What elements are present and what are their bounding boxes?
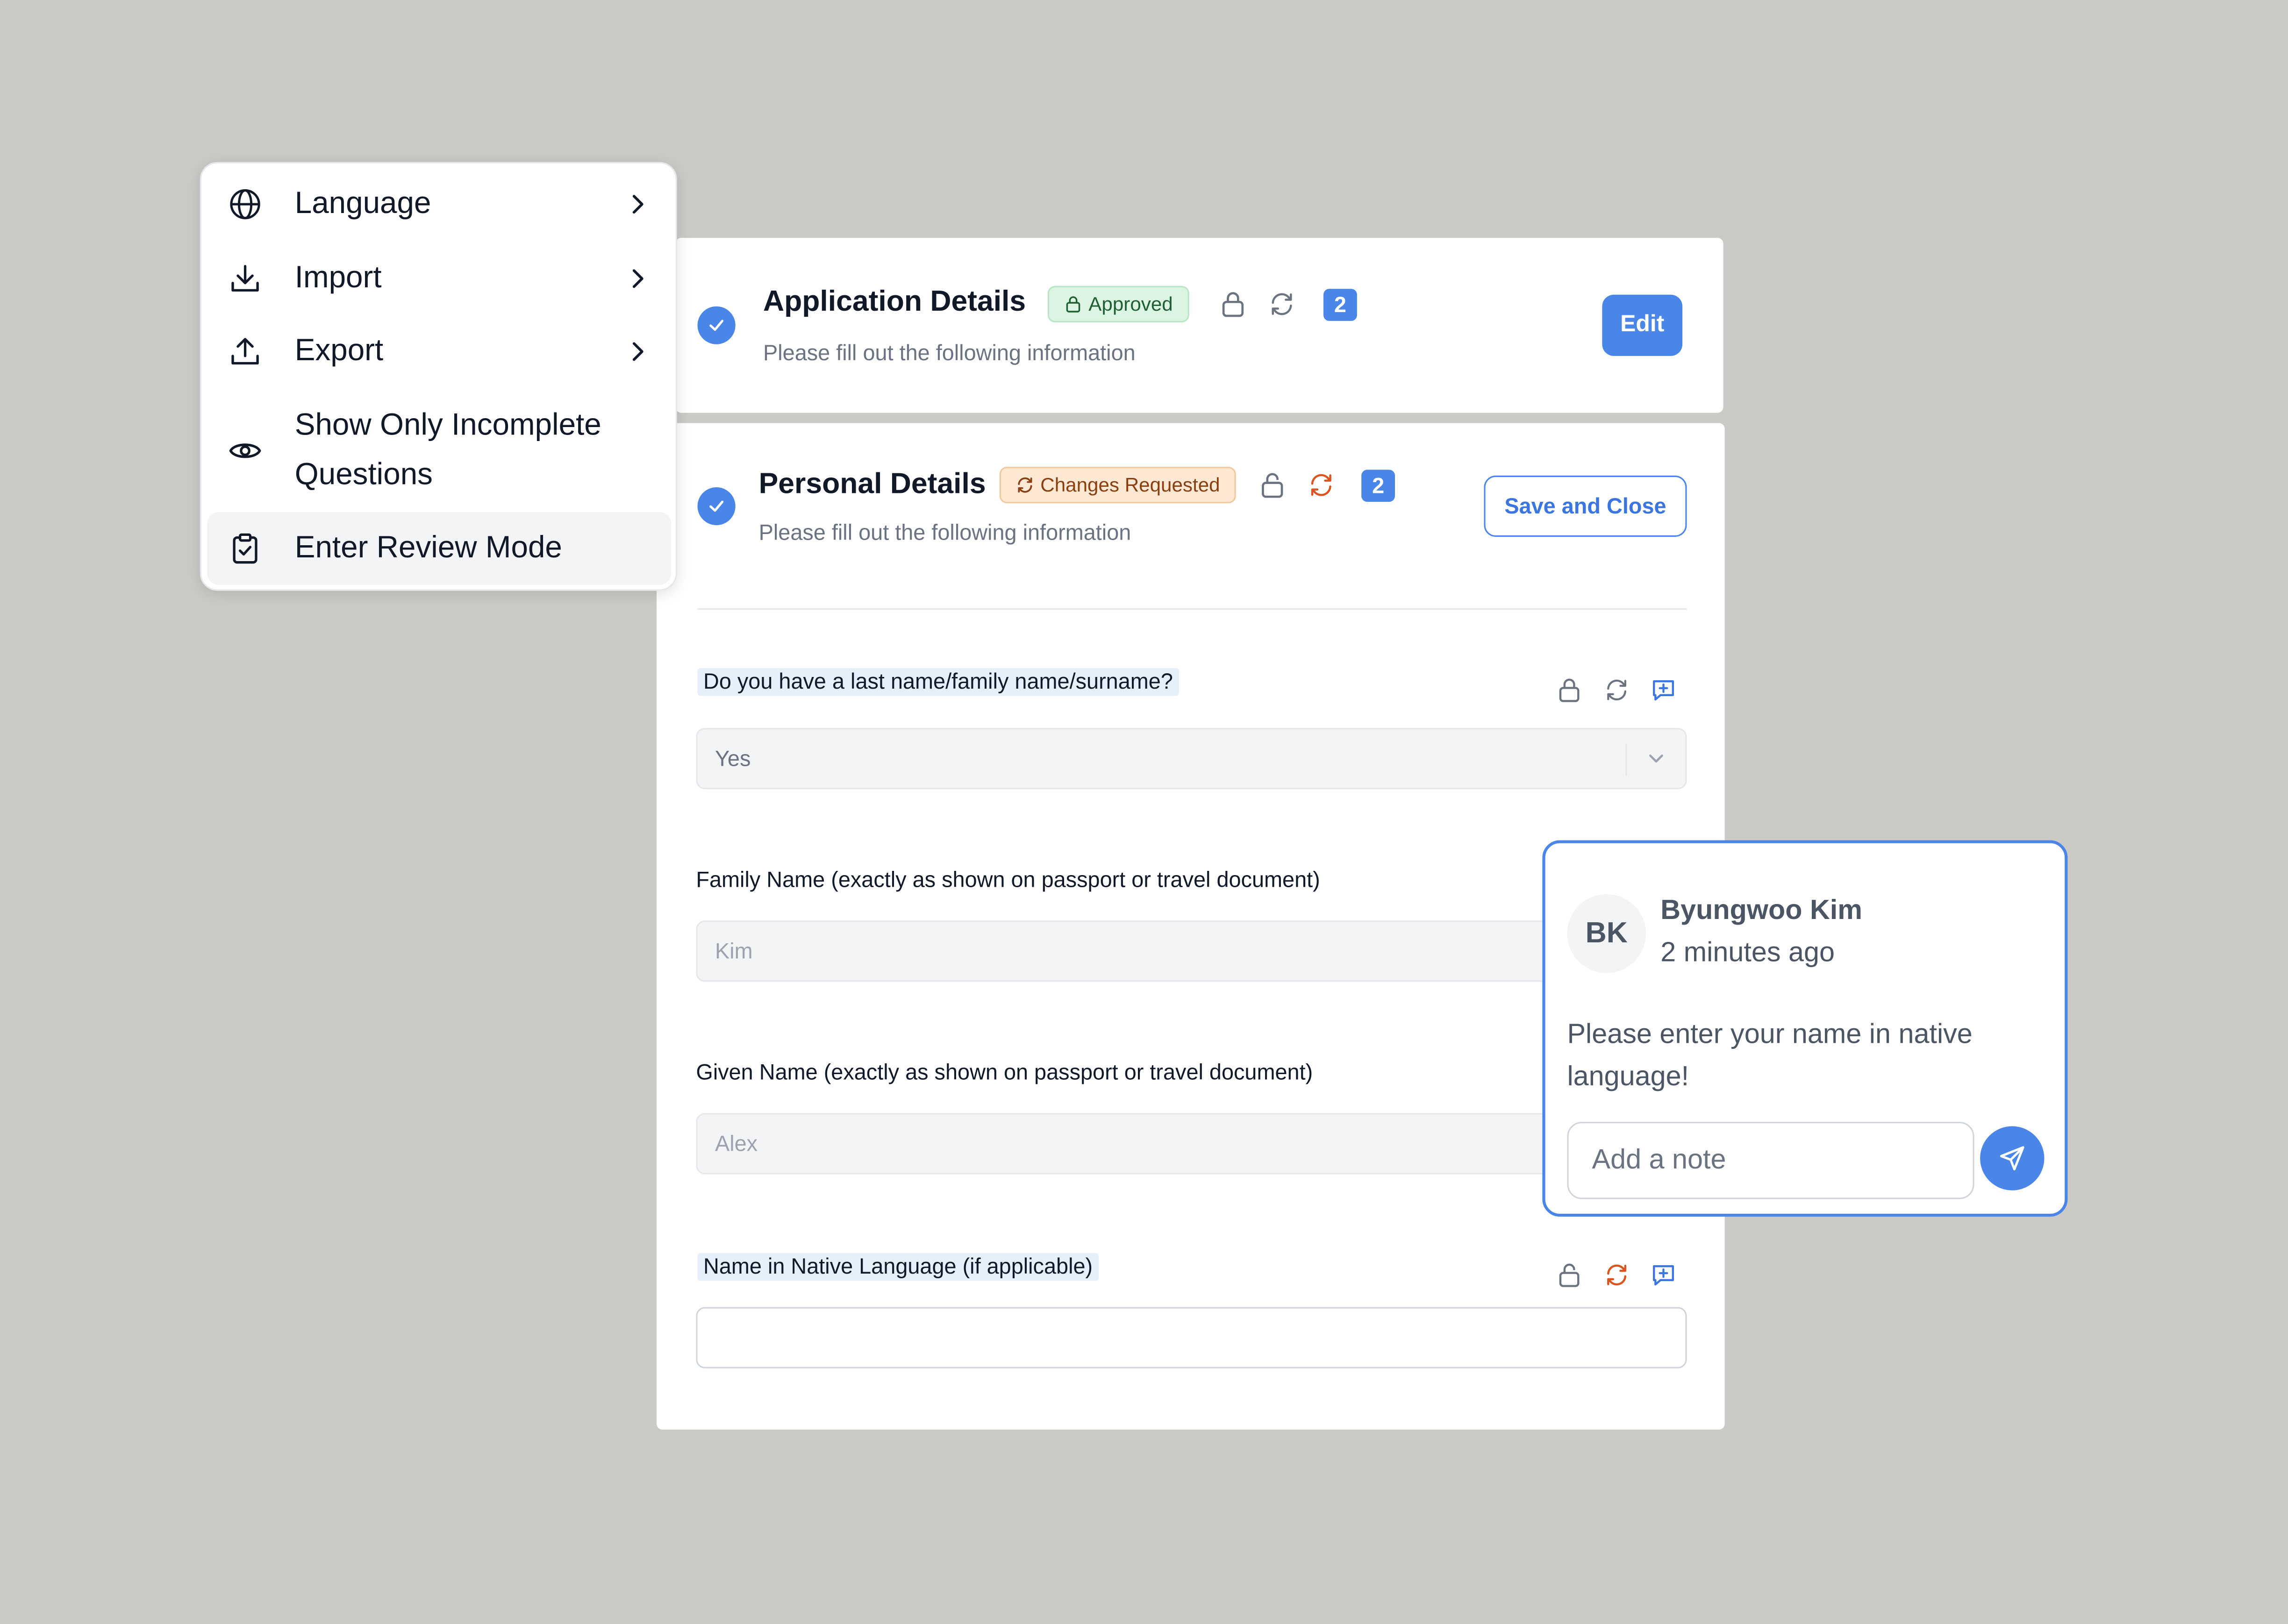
completed-check-icon [697, 487, 736, 526]
menu-item-show-incomplete[interactable]: Show Only Incomplete Questions [207, 398, 671, 503]
comment-body: Please enter your name in native languag… [1567, 1019, 1973, 1093]
refresh-icon[interactable] [1308, 471, 1335, 499]
refresh-icon [1015, 476, 1035, 495]
refresh-icon[interactable] [1604, 1262, 1630, 1288]
eye-icon [228, 433, 263, 468]
menu-item-label: Import [294, 261, 382, 295]
menu-item-import[interactable]: Import [207, 252, 671, 305]
field-placeholder: Kim [715, 939, 753, 964]
section-title: Application Details [763, 285, 1026, 318]
question-label: Given Name (exactly as shown on passport… [696, 1060, 1313, 1086]
last-name-select[interactable]: Yes [696, 728, 1687, 790]
menu-item-label: Enter Review Mode [294, 531, 562, 565]
chevron-right-icon [624, 191, 651, 217]
section-title: Personal Details [758, 468, 986, 500]
refresh-icon[interactable] [1268, 290, 1295, 318]
add-comment-icon[interactable] [1650, 677, 1676, 703]
question-label: Family Name (exactly as shown on passpor… [696, 868, 1320, 893]
lock-icon [1064, 295, 1083, 314]
section-subtitle: Please fill out the following informatio… [758, 520, 1131, 546]
comment-author: Byungwoo Kim [1660, 896, 1863, 926]
globe-icon [228, 187, 263, 222]
menu-item-label: Export [294, 334, 384, 368]
comment-count-badge[interactable]: 2 [1361, 470, 1395, 502]
completed-check-icon [697, 306, 736, 344]
native-name-field[interactable] [696, 1307, 1687, 1368]
family-name-field[interactable]: Kim [696, 920, 1687, 982]
lock-icon[interactable] [1557, 677, 1582, 703]
chevron-right-icon [624, 265, 651, 292]
refresh-icon[interactable] [1604, 677, 1630, 703]
menu-item-label: Show Only Incomplete Questions [295, 401, 601, 500]
edit-button[interactable]: Edit [1602, 294, 1683, 356]
status-badge-approved: Approved [1047, 285, 1189, 323]
options-menu: Language Import Export Show Only Incompl… [200, 162, 677, 591]
menu-item-export[interactable]: Export [207, 325, 671, 378]
unlock-icon[interactable] [1557, 1262, 1582, 1288]
status-badge-label: Changes Requested [1040, 474, 1220, 496]
status-badge-changes-requested: Changes Requested [999, 467, 1236, 504]
chevron-down-icon [1646, 748, 1666, 775]
comment-count-badge[interactable]: 2 [1323, 289, 1357, 321]
lock-icon[interactable] [1220, 290, 1246, 318]
status-badge-label: Approved [1088, 293, 1173, 315]
clipboard-check-icon [228, 531, 263, 566]
send-button[interactable] [1980, 1126, 2045, 1190]
field-placeholder: Alex [715, 1131, 758, 1156]
section-subtitle: Please fill out the following informatio… [763, 341, 1136, 366]
select-divider [1625, 744, 1627, 776]
chevron-right-icon [624, 338, 651, 364]
select-value: Yes [715, 746, 751, 771]
question-label: Name in Native Language (if applicable) [697, 1253, 1099, 1281]
menu-item-label: Language [294, 186, 431, 221]
add-note-input[interactable] [1567, 1122, 1974, 1199]
menu-item-label-line2: Questions [294, 458, 433, 492]
download-icon [228, 261, 263, 296]
menu-item-label-line1: Show Only Incomplete [294, 408, 601, 442]
given-name-field[interactable]: Alex [696, 1113, 1687, 1175]
application-details-card: Application Details Approved 2 Please fi… [675, 237, 1723, 413]
menu-item-language[interactable]: Language [207, 178, 671, 230]
comment-timestamp: 2 minutes ago [1660, 938, 1835, 969]
save-and-close-button[interactable]: Save and Close [1484, 475, 1687, 537]
divider [697, 608, 1687, 610]
upload-icon [228, 334, 263, 369]
send-icon [2000, 1146, 2024, 1171]
comment-popup: BK Byungwoo Kim 2 minutes ago Please ent… [1542, 840, 2068, 1217]
question-label: Do you have a last name/family name/surn… [697, 668, 1179, 696]
add-comment-icon[interactable] [1650, 1262, 1676, 1288]
avatar: BK [1567, 894, 1646, 973]
menu-item-enter-review-mode[interactable]: Enter Review Mode [207, 512, 672, 585]
unlock-icon[interactable] [1259, 471, 1286, 499]
stage: Application Details Approved 2 Please fi… [0, 0, 2288, 1624]
